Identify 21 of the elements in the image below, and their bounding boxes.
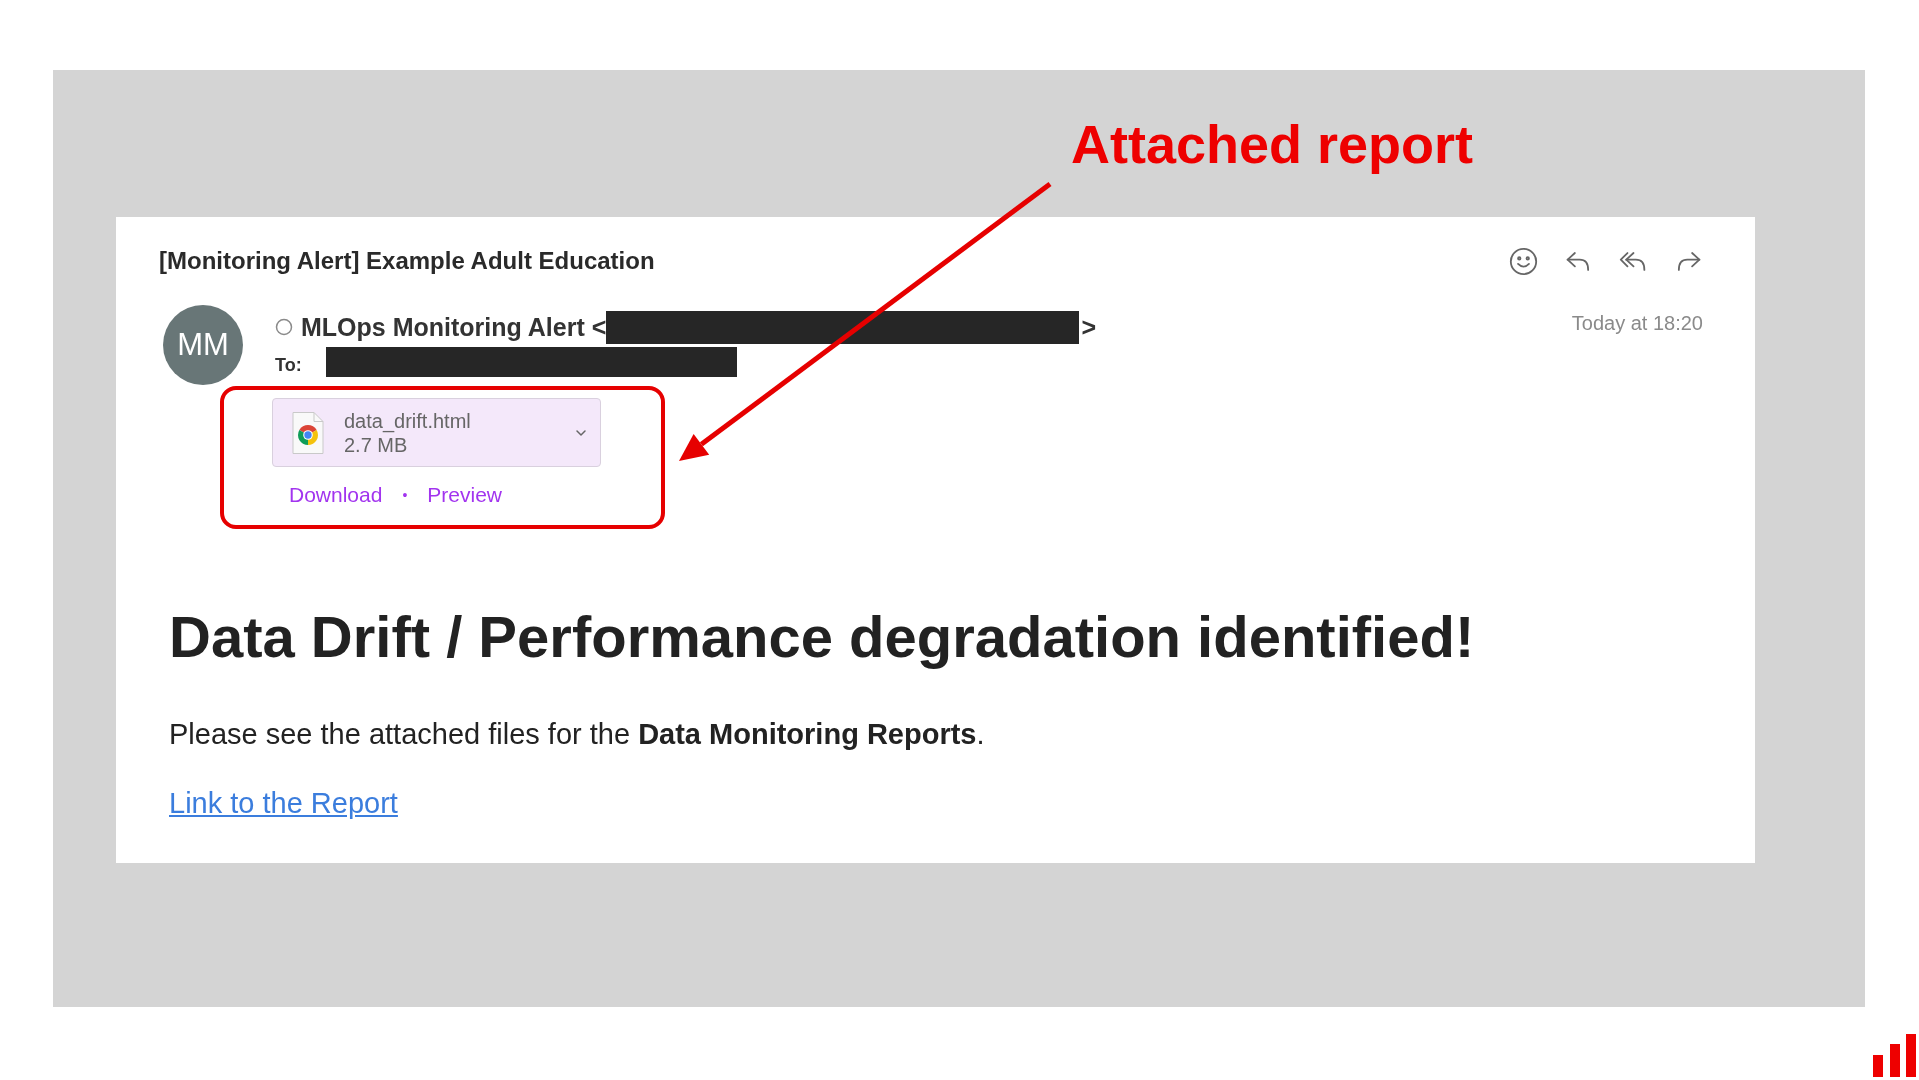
to-label: To: xyxy=(275,354,302,376)
attachment-action-link[interactable]: Download xyxy=(289,483,383,507)
attachment-name: data_drift.html xyxy=(344,408,472,433)
bars-logo-icon xyxy=(1873,1034,1916,1077)
attachment-chip[interactable]: data_drift.html 2.7 MB xyxy=(272,398,601,467)
sender-name: MLOps Monitoring Alert xyxy=(301,312,585,342)
separator-dot: • xyxy=(402,487,408,503)
attachment-action-link[interactable]: Preview xyxy=(427,483,502,507)
annotation-label: Attached report xyxy=(1071,113,1474,175)
attachment-size: 2.7 MB xyxy=(344,433,409,457)
body-paragraph: Please see the attached files for the Data Monitoring Reports. xyxy=(169,717,985,752)
address-bracket: < xyxy=(591,312,607,342)
email-subject: [Monitoring Alert] Example Adult Education xyxy=(159,247,655,275)
report-link[interactable]: Link to the Report xyxy=(169,785,398,821)
address-bracket: > xyxy=(1081,312,1096,342)
avatar: MM xyxy=(163,305,243,385)
smiley-icon[interactable] xyxy=(1509,246,1538,276)
status-ring-icon xyxy=(275,318,293,336)
email-date: Today at 18:20 xyxy=(1571,312,1703,335)
email-heading: Data Drift / Performance degradation identified! xyxy=(169,603,1475,671)
file-icon xyxy=(290,410,326,455)
